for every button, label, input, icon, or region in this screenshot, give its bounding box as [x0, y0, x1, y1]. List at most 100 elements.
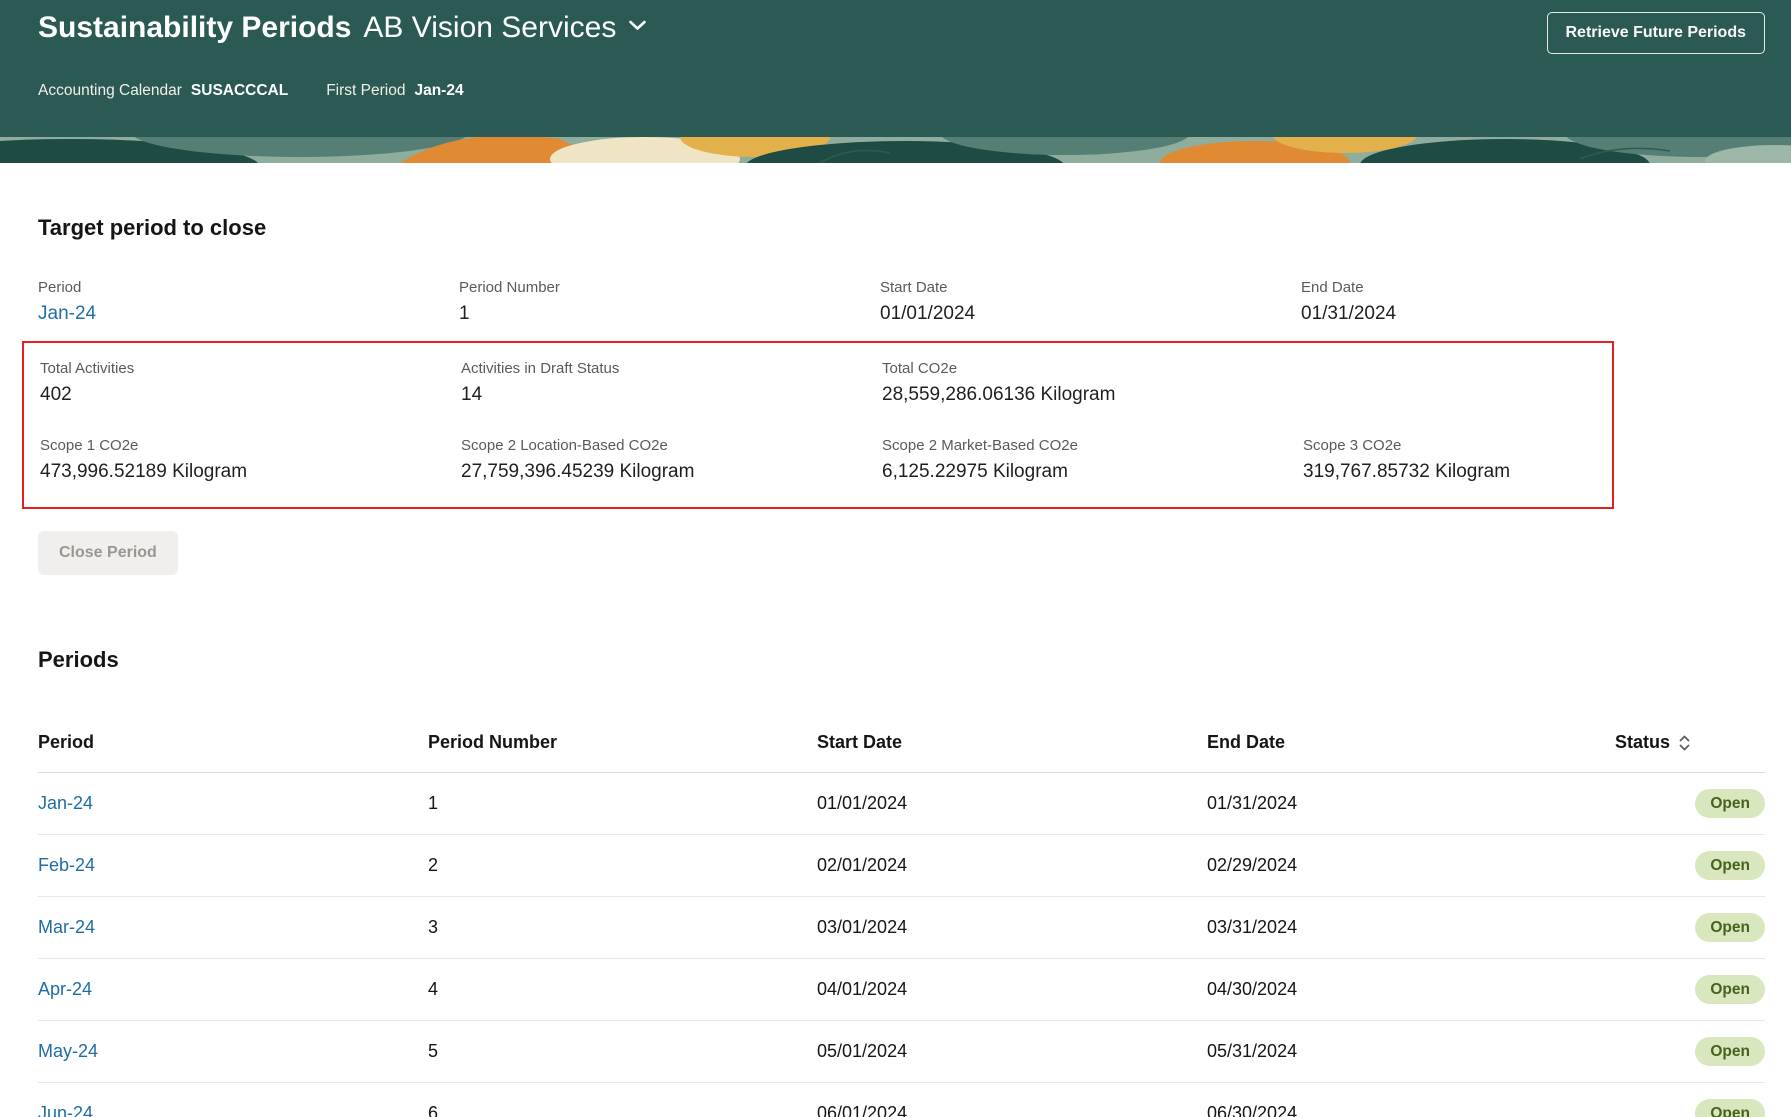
context-selector-label: AB Vision Services — [363, 11, 617, 44]
column-header-status-label: Status — [1614, 732, 1670, 752]
period-number-cell: 1 — [428, 793, 439, 813]
main-content: Target period to close Period Jan-24 Per… — [0, 215, 1791, 1117]
end-date-cell: 05/31/2024 — [1207, 1041, 1298, 1061]
periods-table: Period Period Number Start Date End Date… — [38, 713, 1765, 1117]
field-total-activities-label: Total Activities — [40, 360, 135, 377]
field-scope3-co2e-label: Scope 3 CO2e — [1303, 437, 1402, 454]
context-selector[interactable]: AB Vision Services — [363, 10, 647, 46]
field-empty — [1303, 360, 1724, 406]
table-row: Jan-24 1 01/01/2024 01/31/2024 Open — [38, 773, 1765, 835]
period-number-cell: 2 — [428, 855, 439, 875]
field-scope3-co2e: Scope 3 CO2e 319,767.85732 Kilogram — [1303, 437, 1724, 483]
first-period-label: First Period — [326, 82, 406, 99]
start-date-cell: 03/01/2024 — [817, 917, 908, 937]
field-scope3-co2e-value: 319,767.85732 Kilogram — [1303, 461, 1511, 482]
field-activities-draft-value: 14 — [461, 384, 483, 405]
field-start-date-value: 01/01/2024 — [880, 303, 976, 324]
period-link[interactable]: Feb-24 — [38, 855, 428, 876]
retrieve-future-periods-button[interactable]: Retrieve Future Periods — [1546, 12, 1765, 54]
period-link[interactable]: May-24 — [38, 1041, 428, 1062]
column-header-start-date: Start Date — [817, 732, 903, 752]
page-header: Sustainability Periods AB Vision Service… — [0, 0, 1791, 137]
field-period: Period Jan-24 — [38, 279, 459, 325]
field-period-number-label: Period Number — [459, 279, 560, 296]
table-row: May-24 5 05/01/2024 05/31/2024 Open — [38, 1021, 1765, 1083]
annotation-highlight-box: Total Activities 402 Activities in Draft… — [22, 341, 1614, 509]
target-fields-row1: Period Jan-24 Period Number 1 Start Date… — [38, 279, 1765, 325]
field-start-date: Start Date 01/01/2024 — [880, 279, 1301, 325]
end-date-cell: 04/30/2024 — [1207, 979, 1298, 999]
field-total-co2e: Total CO2e 28,559,286.06136 Kilogram — [882, 360, 1303, 406]
period-link[interactable]: Jun-24 — [38, 1103, 428, 1117]
status-badge: Open — [1695, 1098, 1765, 1117]
field-scope1-co2e: Scope 1 CO2e 473,996.52189 Kilogram — [40, 437, 461, 483]
field-activities-draft: Activities in Draft Status 14 — [461, 360, 882, 406]
start-date-cell: 01/01/2024 — [817, 793, 908, 813]
chevron-down-icon — [628, 18, 647, 37]
banner-art — [0, 137, 1791, 163]
end-date-cell: 02/29/2024 — [1207, 855, 1298, 875]
status-badge: Open — [1695, 912, 1765, 943]
status-badge: Open — [1695, 1036, 1765, 1067]
field-end-date: End Date 01/31/2024 — [1301, 279, 1722, 325]
target-fields-row3: Scope 1 CO2e 473,996.52189 Kilogram Scop… — [40, 437, 1596, 483]
start-date-cell: 05/01/2024 — [817, 1041, 908, 1061]
period-number-cell: 6 — [428, 1103, 439, 1117]
status-badge: Open — [1695, 974, 1765, 1005]
header-meta: Accounting Calendar SUSACCCAL First Peri… — [38, 82, 1765, 100]
first-period-value: Jan-24 — [414, 82, 464, 99]
field-total-co2e-value: 28,559,286.06136 Kilogram — [882, 384, 1116, 405]
table-row: Jun-24 6 06/01/2024 06/30/2024 Open — [38, 1083, 1765, 1117]
period-number-cell: 4 — [428, 979, 439, 999]
page: Sustainability Periods AB Vision Service… — [0, 0, 1791, 1117]
field-scope2-market-co2e: Scope 2 Market-Based CO2e 6,125.22975 Ki… — [882, 437, 1303, 483]
field-scope2-location-co2e: Scope 2 Location-Based CO2e 27,759,396.4… — [461, 437, 882, 483]
period-link[interactable]: Jan-24 — [38, 793, 428, 814]
field-period-number: Period Number 1 — [459, 279, 880, 325]
field-total-activities: Total Activities 402 — [40, 360, 461, 406]
field-end-date-value: 01/31/2024 — [1301, 303, 1397, 324]
field-period-number-value: 1 — [459, 303, 470, 324]
column-header-period: Period — [38, 732, 95, 752]
target-fields-row2: Total Activities 402 Activities in Draft… — [40, 360, 1596, 406]
field-start-date-label: Start Date — [880, 279, 948, 296]
start-date-cell: 06/01/2024 — [817, 1103, 908, 1117]
field-scope1-co2e-value: 473,996.52189 Kilogram — [40, 461, 248, 482]
accounting-calendar-label: Accounting Calendar — [38, 82, 182, 99]
field-scope2-location-co2e-label: Scope 2 Location-Based CO2e — [461, 437, 668, 454]
period-link[interactable]: Mar-24 — [38, 917, 428, 938]
status-badge: Open — [1695, 788, 1765, 819]
accounting-calendar-value: SUSACCCAL — [190, 82, 289, 99]
field-scope2-market-co2e-value: 6,125.22975 Kilogram — [882, 461, 1068, 482]
field-period-value-link[interactable]: Jan-24 — [38, 303, 459, 325]
close-period-button[interactable]: Close Period — [38, 531, 178, 575]
end-date-cell: 06/30/2024 — [1207, 1103, 1298, 1117]
start-date-cell: 04/01/2024 — [817, 979, 908, 999]
page-title: Sustainability Periods — [38, 11, 352, 44]
sort-icon[interactable] — [1678, 734, 1691, 752]
end-date-cell: 03/31/2024 — [1207, 917, 1298, 937]
period-number-cell: 5 — [428, 1041, 439, 1061]
table-row: Apr-24 4 04/01/2024 04/30/2024 Open — [38, 959, 1765, 1021]
status-badge: Open — [1695, 850, 1765, 881]
table-header-row: Period Period Number Start Date End Date… — [38, 713, 1765, 773]
period-number-cell: 3 — [428, 917, 439, 937]
periods-heading: Periods — [38, 647, 119, 672]
period-link[interactable]: Apr-24 — [38, 979, 428, 1000]
column-header-end-date: End Date — [1207, 732, 1286, 752]
column-header-status[interactable]: Status — [1615, 732, 1765, 753]
table-row: Mar-24 3 03/01/2024 03/31/2024 Open — [38, 897, 1765, 959]
field-period-label: Period — [38, 279, 82, 296]
start-date-cell: 02/01/2024 — [817, 855, 908, 875]
table-row: Feb-24 2 02/01/2024 02/29/2024 Open — [38, 835, 1765, 897]
field-total-activities-value: 402 — [40, 384, 72, 405]
field-scope1-co2e-label: Scope 1 CO2e — [40, 437, 139, 454]
column-header-period-number: Period Number — [428, 732, 558, 752]
field-end-date-label: End Date — [1301, 279, 1364, 296]
field-scope2-market-co2e-label: Scope 2 Market-Based CO2e — [882, 437, 1078, 454]
field-activities-draft-label: Activities in Draft Status — [461, 360, 620, 377]
field-scope2-location-co2e-value: 27,759,396.45239 Kilogram — [461, 461, 695, 482]
target-period-heading: Target period to close — [38, 215, 267, 240]
field-total-co2e-label: Total CO2e — [882, 360, 958, 377]
end-date-cell: 01/31/2024 — [1207, 793, 1298, 813]
